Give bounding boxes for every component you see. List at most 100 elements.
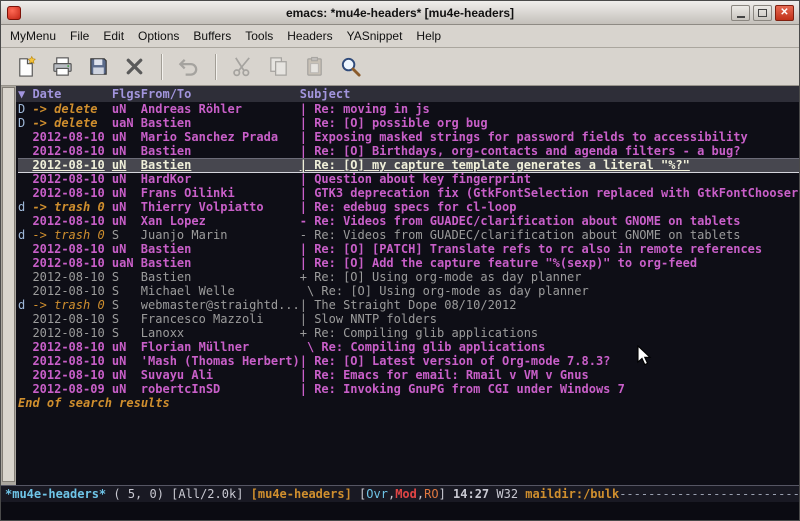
row-mark: d [18,200,32,214]
message-row[interactable]: 2012-08-10 S Lanoxx + Re: Compiling glib… [18,326,799,340]
kill-buffer-icon[interactable] [117,52,151,82]
echo-area[interactable] [1,502,799,520]
close-button[interactable]: ✕ [775,5,794,21]
paste-icon[interactable] [297,52,331,82]
row-subject: Re: Videos from GUADEC/clarification abo… [314,214,740,228]
message-row[interactable]: D -> delete uN Andreas Röhler | Re: movi… [18,102,799,116]
buffer-area: ▼ Date Flgs From/To Subject D -> delete … [1,86,799,485]
menu-item-file[interactable]: File [63,26,96,46]
menu-item-yasnippet[interactable]: YASnippet [340,26,410,46]
message-row[interactable]: 2012-08-10 uN Suvayu Ali | Re: Emacs for… [18,368,799,382]
row-from: webmaster@straightd... [141,298,300,312]
modeline-segment: , [417,487,424,501]
message-row[interactable]: d -> trash 0 uN Thierry Volpiatto | Re: … [18,200,799,214]
row-flags: S [112,312,141,326]
modeline-segment: RO [424,487,438,501]
message-row[interactable]: 2012-08-10 uN Bastien | Re: [O] my captu… [18,158,799,172]
menu-item-help[interactable]: Help [409,26,448,46]
message-row[interactable]: 2012-08-10 uN Frans Oilinki | GTK3 depre… [18,186,799,200]
message-row[interactable]: 2012-08-10 S Bastien + Re: [O] Using org… [18,270,799,284]
row-subject: Re: edebug specs for cl-loop [314,200,516,214]
window-menu-icon[interactable] [7,6,21,20]
copy-icon[interactable] [261,52,295,82]
row-from: Thierry Volpiatto [141,200,300,214]
row-subject: Re: moving in js [314,102,430,116]
row-date: 2012-08-10 [32,256,111,270]
print-icon[interactable] [45,52,79,82]
row-from: Suvayu Ali [141,368,300,382]
column-header-date[interactable]: ▼ Date [18,86,112,102]
row-date: 2012-08-10 [32,270,111,284]
modeline-segment: Ovr [366,487,388,501]
message-row[interactable]: 2012-08-10 uN Bastien | Re: [O] Birthday… [18,144,799,158]
message-row[interactable]: 2012-08-10 uN Mario Sanchez Prada | Expo… [18,130,799,144]
row-flags: uN [112,214,141,228]
row-sep: | [300,256,314,270]
message-row[interactable]: 2012-08-10 uaN Bastien | Re: [O] Add the… [18,256,799,270]
undo-icon[interactable] [171,52,205,82]
row-from: Bastien [141,158,300,172]
row-from: 'Mash (Thomas Herbert) [141,354,300,368]
column-header-subject[interactable]: Subject [300,86,351,102]
modeline: *mu4e-headers* ( 5, 0) [All/2.0k] [mu4e-… [1,485,799,502]
row-sep: | [300,242,314,256]
row-date: 2012-08-10 [32,186,111,200]
row-subject: The Straight Dope 08/10/2012 [314,298,516,312]
modeline-segment: , [388,487,395,501]
row-subject: Question about key fingerprint [314,172,531,186]
column-header-flags[interactable]: Flgs [112,86,141,102]
row-flags: S [112,326,141,340]
menu-item-headers[interactable]: Headers [280,26,339,46]
row-sep: \ [300,340,322,354]
new-file-icon[interactable] [9,52,43,82]
row-from: Frans Oilinki [141,186,300,200]
menu-item-buffers[interactable]: Buffers [186,26,238,46]
row-date: -> delete [32,116,111,130]
row-flags: uN [112,368,141,382]
maximize-icon [758,9,767,17]
row-subject: Re: [O] Using org-mode as day planner [321,284,588,298]
toolbar-separator [161,54,163,80]
modeline-segment: Mod [395,487,417,501]
message-row[interactable]: 2012-08-10 uN Florian Müllner \ Re: Comp… [18,340,799,354]
cut-icon[interactable] [225,52,259,82]
message-row[interactable]: 2012-08-10 uN 'Mash (Thomas Herbert) | R… [18,354,799,368]
row-flags: uN [112,354,141,368]
row-date: 2012-08-10 [32,214,111,228]
row-flags: uN [112,340,141,354]
column-header-from[interactable]: From/To [141,86,300,102]
row-sep: - [300,228,314,242]
minimize-button[interactable] [731,5,750,21]
scrollbar[interactable] [1,86,16,485]
row-mark [18,340,32,354]
scrollbar-thumb[interactable] [2,87,15,482]
row-from: Francesco Mazzoli [141,312,300,326]
message-row[interactable]: 2012-08-10 uN HardKor | Question about k… [18,172,799,186]
message-row[interactable]: d -> trash 0 S webmaster@straightd... | … [18,298,799,312]
row-sep: | [300,382,314,396]
message-row[interactable]: 2012-08-10 uN Bastien | Re: [O] [PATCH] … [18,242,799,256]
row-date: 2012-08-10 [32,130,111,144]
row-mark [18,130,32,144]
message-row[interactable]: 2012-08-10 uN Xan Lopez - Re: Videos fro… [18,214,799,228]
close-icon: ✕ [780,8,788,18]
menu-item-edit[interactable]: Edit [96,26,131,46]
message-row[interactable]: d -> trash 0 S Juanjo Marin - Re: Videos… [18,228,799,242]
menu-item-tools[interactable]: Tools [238,26,280,46]
search-icon[interactable] [333,52,367,82]
save-icon[interactable] [81,52,115,82]
message-row[interactable]: 2012-08-10 S Michael Welle \ Re: [O] Usi… [18,284,799,298]
menu-item-mymenu[interactable]: MyMenu [3,26,63,46]
row-flags: uN [112,186,141,200]
column-header-line: ▼ Date Flgs From/To Subject [16,86,799,102]
row-date: 2012-08-10 [32,158,111,172]
message-row[interactable]: D -> delete uaN Bastien | Re: [O] possib… [18,116,799,130]
menu-item-options[interactable]: Options [131,26,186,46]
maximize-button[interactable] [753,5,772,21]
titlebar: emacs: *mu4e-headers* [mu4e-headers] ✕ [1,1,799,25]
row-mark [18,158,32,172]
message-row[interactable]: 2012-08-10 S Francesco Mazzoli | Slow NN… [18,312,799,326]
row-sep: \ [300,284,322,298]
row-date: 2012-08-09 [32,382,111,396]
message-row[interactable]: 2012-08-09 uN robertcInSD | Re: Invoking… [18,382,799,396]
